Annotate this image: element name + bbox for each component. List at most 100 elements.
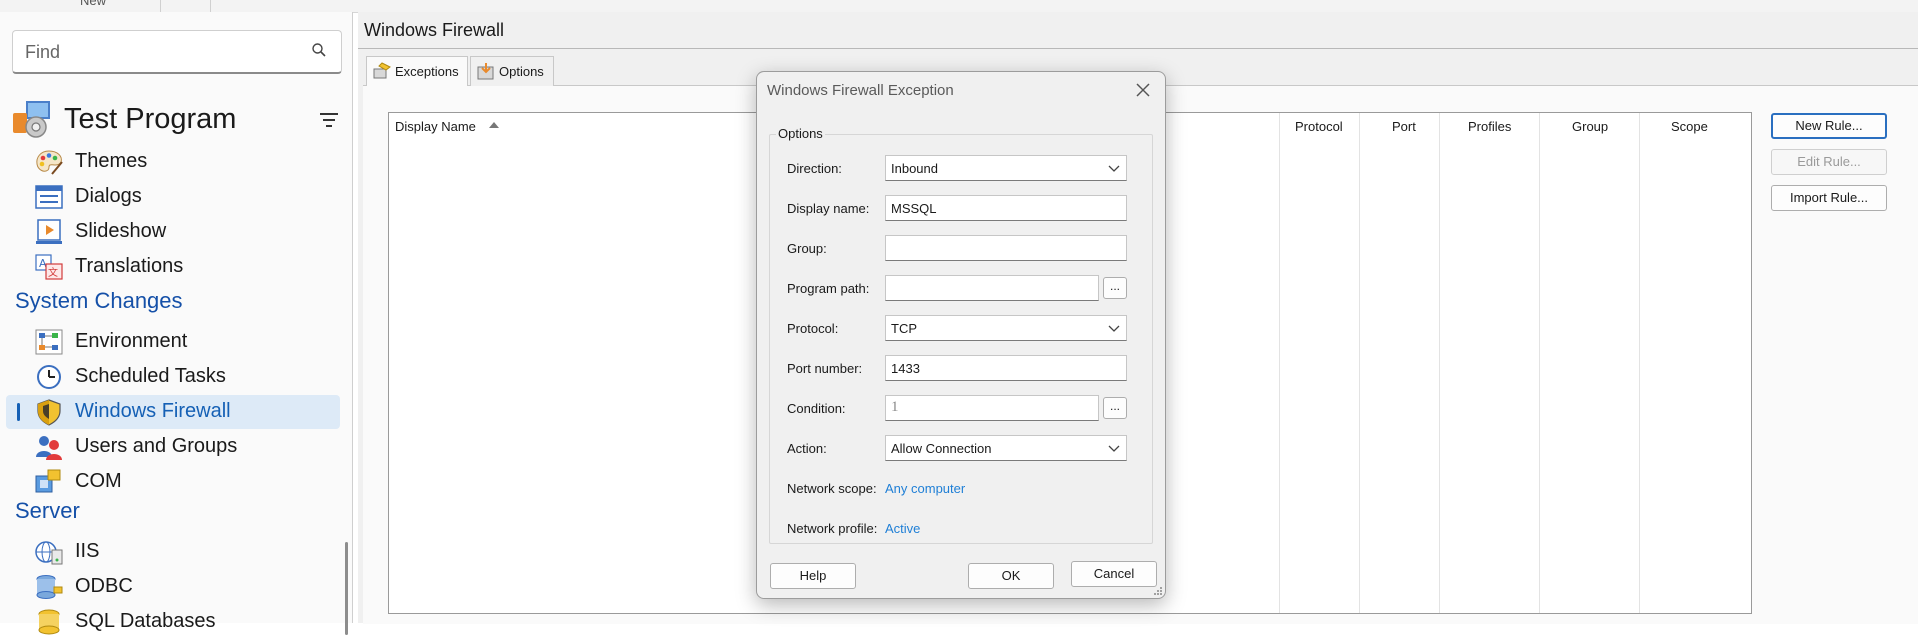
condition-browse-button[interactable]: ... bbox=[1103, 397, 1127, 419]
options-group: Options Direction: Inbound Display name:… bbox=[769, 126, 1153, 544]
strip-separator bbox=[160, 0, 161, 12]
page-title: Windows Firewall bbox=[364, 20, 505, 40]
search-box[interactable] bbox=[12, 30, 342, 74]
chevron-down-icon bbox=[1108, 165, 1120, 172]
column-header-display-name[interactable]: Display Name bbox=[395, 119, 476, 134]
sidebar-scrollbar[interactable] bbox=[345, 542, 348, 635]
edit-rule-button[interactable]: Edit Rule... bbox=[1771, 149, 1887, 175]
display-name-label: Display name: bbox=[787, 201, 870, 216]
group-input[interactable] bbox=[885, 235, 1127, 261]
options-icon bbox=[477, 63, 494, 80]
environment-icon bbox=[35, 329, 63, 355]
display-name-input[interactable]: MSSQL bbox=[885, 195, 1127, 221]
condition-label: Condition: bbox=[787, 401, 846, 416]
sidebar-item-themes[interactable]: Themes bbox=[0, 145, 340, 179]
port-number-label: Port number: bbox=[787, 361, 863, 376]
action-value: Allow Connection bbox=[891, 441, 992, 456]
column-separator bbox=[1639, 113, 1640, 613]
help-button[interactable]: Help bbox=[770, 563, 856, 589]
condition-row: Condition: 1 ... bbox=[770, 395, 1152, 423]
sidebar-item-label: COM bbox=[75, 470, 122, 492]
sidebar-item-label: Themes bbox=[75, 150, 148, 172]
sidebar-item-label: IIS bbox=[75, 540, 100, 562]
sidebar-item-users-and-groups[interactable]: Users and Groups bbox=[0, 430, 340, 464]
action-select[interactable]: Allow Connection bbox=[885, 435, 1127, 461]
action-row: Action: Allow Connection bbox=[770, 435, 1152, 463]
direction-select[interactable]: Inbound bbox=[885, 155, 1127, 181]
project-icon bbox=[13, 101, 50, 138]
sidebar-item-sql-databases[interactable]: SQL Databases bbox=[0, 605, 340, 639]
sort-ascending-icon bbox=[489, 122, 499, 128]
section-server[interactable]: Server bbox=[15, 498, 80, 524]
program-path-label: Program path: bbox=[787, 281, 870, 296]
cancel-button[interactable]: Cancel bbox=[1071, 561, 1157, 587]
tab-exceptions[interactable]: Exceptions bbox=[366, 56, 468, 86]
sidebar: Test Program Themes Dialogs bbox=[0, 12, 353, 635]
slideshow-icon bbox=[36, 219, 62, 244]
network-scope-label: Network scope: bbox=[787, 481, 877, 496]
close-icon[interactable] bbox=[1133, 80, 1153, 100]
sidebar-item-label: Windows Firewall bbox=[75, 400, 231, 422]
section-system-changes[interactable]: System Changes bbox=[15, 288, 183, 314]
firewall-exceptions-icon bbox=[373, 62, 391, 79]
sidebar-item-scheduled-tasks[interactable]: Scheduled Tasks bbox=[0, 360, 340, 394]
svg-text:文: 文 bbox=[48, 266, 58, 279]
condition-value: 1 bbox=[891, 399, 899, 415]
sidebar-item-label: ODBC bbox=[75, 575, 133, 597]
resize-grip-icon[interactable] bbox=[1153, 586, 1163, 596]
sidebar-item-environment[interactable]: Environment bbox=[0, 325, 340, 359]
direction-row: Direction: Inbound bbox=[770, 155, 1152, 183]
sidebar-item-com[interactable]: COM bbox=[0, 465, 340, 499]
sidebar-item-windows-firewall[interactable]: Windows Firewall bbox=[6, 395, 340, 429]
column-separator bbox=[1539, 113, 1540, 613]
group-field-label: Group: bbox=[787, 241, 827, 256]
network-scope-link[interactable]: Any computer bbox=[885, 481, 965, 496]
sidebar-item-label: Translations bbox=[75, 255, 184, 277]
condition-input[interactable]: 1 bbox=[885, 395, 1099, 421]
tab-options[interactable]: Options bbox=[470, 56, 554, 86]
protocol-row: Protocol: TCP bbox=[770, 315, 1152, 343]
tab-label: Options bbox=[499, 64, 544, 79]
program-path-input[interactable] bbox=[885, 275, 1099, 301]
network-profile-row: Network profile: Active bbox=[770, 515, 1152, 543]
column-header-protocol[interactable]: Protocol bbox=[1295, 119, 1343, 134]
network-profile-label: Network profile: bbox=[787, 521, 878, 536]
search-input[interactable] bbox=[23, 37, 297, 67]
column-header-scope[interactable]: Scope bbox=[1671, 119, 1708, 134]
new-tab-label[interactable]: New bbox=[80, 0, 106, 8]
project-title: Test Program bbox=[64, 103, 237, 135]
sidebar-item-slideshow[interactable]: Slideshow bbox=[0, 215, 340, 249]
dialog-window-icon bbox=[35, 185, 63, 209]
sidebar-item-dialogs[interactable]: Dialogs bbox=[0, 180, 340, 214]
display-name-value: MSSQL bbox=[891, 201, 937, 216]
port-number-row: Port number: 1433 bbox=[770, 355, 1152, 383]
group-row: Group: bbox=[770, 235, 1152, 263]
network-profile-link[interactable]: Active bbox=[885, 521, 920, 536]
palette-icon bbox=[36, 150, 63, 175]
column-header-group[interactable]: Group bbox=[1572, 119, 1608, 134]
program-path-browse-button[interactable]: ... bbox=[1103, 277, 1127, 299]
column-separator bbox=[1359, 113, 1360, 613]
column-header-profiles[interactable]: Profiles bbox=[1468, 119, 1511, 134]
column-header-port[interactable]: Port bbox=[1392, 119, 1416, 134]
odbc-icon bbox=[36, 575, 63, 599]
column-separator bbox=[1439, 113, 1440, 613]
new-rule-button[interactable]: New Rule... bbox=[1771, 113, 1887, 139]
search-icon[interactable] bbox=[311, 42, 327, 58]
ok-button[interactable]: OK bbox=[968, 563, 1054, 589]
firewall-exception-dialog: Windows Firewall Exception Options Direc… bbox=[756, 71, 1166, 599]
display-name-row: Display name: MSSQL bbox=[770, 195, 1152, 223]
sidebar-item-label: Users and Groups bbox=[75, 435, 238, 457]
port-number-input[interactable]: 1433 bbox=[885, 355, 1127, 381]
sidebar-item-odbc[interactable]: ODBC bbox=[0, 570, 340, 604]
database-icon bbox=[38, 609, 60, 635]
direction-value: Inbound bbox=[891, 161, 938, 176]
sidebar-item-label: Slideshow bbox=[75, 220, 167, 242]
protocol-select[interactable]: TCP bbox=[885, 315, 1127, 341]
filter-icon[interactable] bbox=[318, 111, 340, 129]
clock-icon bbox=[37, 365, 61, 389]
protocol-value: TCP bbox=[891, 321, 917, 336]
sidebar-item-iis[interactable]: IIS bbox=[0, 535, 340, 569]
import-rule-button[interactable]: Import Rule... bbox=[1771, 185, 1887, 211]
sidebar-item-translations[interactable]: A 文 Translations bbox=[0, 250, 340, 284]
